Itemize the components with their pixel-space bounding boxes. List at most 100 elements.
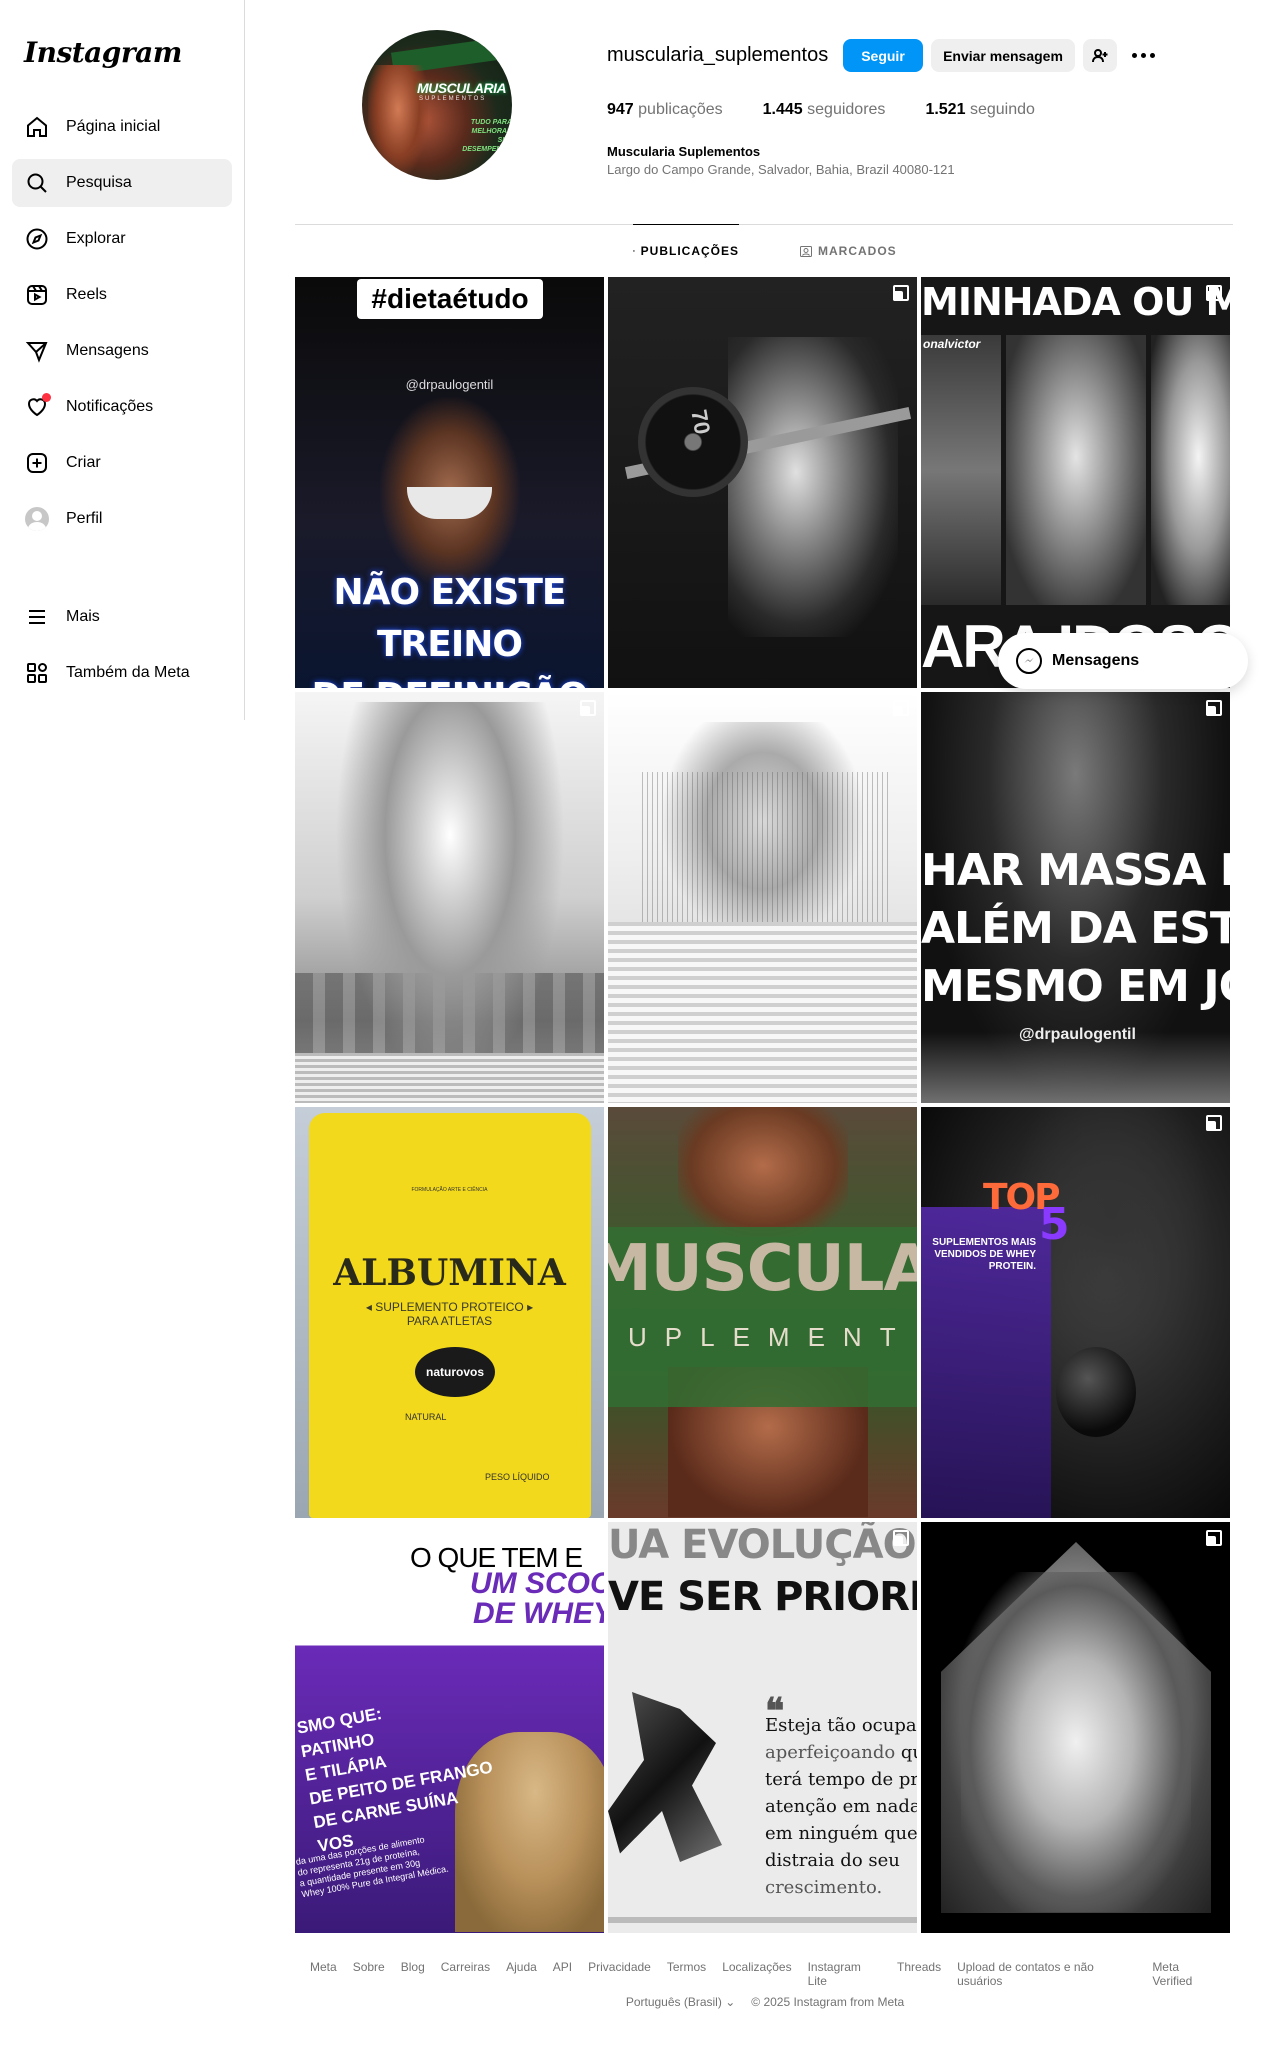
footer-links: Meta Sobre Blog Carreiras Ajuda API Priv… [310, 1960, 1220, 1988]
sidebar-item-search[interactable]: Pesquisa [12, 159, 232, 207]
sidebar-item-notifications[interactable]: Notificações [12, 383, 232, 431]
post-thumbnail[interactable] [295, 692, 604, 1103]
sidebar-item-label: Perfil [66, 510, 103, 527]
sidebar-item-label: Mensagens [66, 342, 149, 359]
footer-link[interactable]: Ajuda [506, 1960, 537, 1988]
sidebar-item-label: Pesquisa [66, 174, 132, 191]
sidebar-item-label: Mais [66, 608, 100, 625]
post-thumbnail[interactable]: UA EVOLUÇÃO PESSO VE SER PRIORIDA ❝ Este… [608, 1522, 917, 1933]
heart-icon [24, 393, 51, 420]
search-icon [24, 170, 50, 196]
avatar-brand-text: MUSCULARIA [417, 80, 507, 96]
messages-pill-label: Mensagens [1052, 652, 1140, 669]
tab-posts[interactable]: PUBLICAÇÕES [633, 224, 739, 277]
sidebar-item-more[interactable]: Mais [12, 593, 232, 641]
post-thumbnail[interactable]: HAR MASSA MAG ALÉM DA ESTÉTIC MESMO EM J… [921, 692, 1230, 1103]
compass-icon [24, 226, 50, 252]
sidebar-item-label: Também da Meta [66, 664, 190, 681]
footer-link[interactable]: Meta Verified [1152, 1960, 1220, 1988]
carousel-icon [1206, 285, 1222, 301]
profile-avatar[interactable]: MUSCULARIA SUPLEMENTOS TUDO PARA MELHORA… [362, 30, 512, 180]
sidebar-item-messages[interactable]: Mensagens [12, 327, 232, 375]
carousel-icon [1206, 1115, 1222, 1131]
sidebar-item-home[interactable]: Página inicial [12, 103, 232, 151]
post-handle: @drpaulogentil [1019, 1026, 1136, 1043]
profile-username: muscularia_suplementos [607, 44, 829, 66]
footer-link[interactable]: Instagram Lite [808, 1960, 881, 1988]
carousel-icon [893, 700, 909, 716]
dot-icon [1131, 52, 1137, 58]
sidebar-item-create[interactable]: Criar [12, 439, 232, 487]
carousel-icon [893, 1530, 909, 1546]
messenger-icon [24, 338, 50, 364]
post-headline: UA EVOLUÇÃO PESSO [608, 1522, 917, 1568]
profile-stats: 947 publicações 1.445 seguidores 1.521 s… [607, 101, 1075, 119]
reels-icon [24, 282, 50, 308]
post-thumbnail[interactable]: FORMULAÇÃO ARTE E CIÊNCIA ALBUMINA ◂ SUP… [295, 1107, 604, 1518]
sidebar: Instagram Página inicial Pesquisa Explor… [0, 0, 245, 720]
footer-link[interactable]: Privacidade [588, 1960, 651, 1988]
post-thumbnail[interactable]: O QUE TEM E UM SCOO DE WHEY SMO QUE: PAT… [295, 1522, 604, 1933]
posts-grid: #dietaétudo @drpaulogentil NÃO EXISTE TR… [295, 277, 1230, 1933]
footer-link[interactable]: Threads [897, 1960, 941, 1988]
post-thumbnail[interactable]: 70 [608, 277, 917, 688]
post-thumbnail[interactable]: #dietaétudo @drpaulogentil NÃO EXISTE TR… [295, 277, 604, 688]
product-title: ALBUMINA [333, 1252, 566, 1294]
post-caption-text: SUPLEMENTOS MAIS VENDIDOS DE WHEY PROTEI… [932, 1237, 1036, 1272]
send-message-button[interactable]: Enviar mensagem [931, 39, 1075, 72]
footer-link[interactable]: Carreiras [441, 1960, 490, 1988]
footer-link[interactable]: Localizações [722, 1960, 791, 1988]
following-count[interactable]: 1.521 seguindo [925, 101, 1034, 119]
more-options-button[interactable] [1128, 45, 1158, 65]
carousel-icon [1206, 1530, 1222, 1546]
follow-button[interactable]: Seguir [843, 39, 923, 72]
footer-bottom: Português (Brasil) ⌄ © 2025 Instagram fr… [310, 1995, 1220, 2009]
post-handle: onalvictor [923, 337, 981, 351]
product-brand: naturovos [415, 1347, 495, 1397]
post-thumbnail[interactable] [608, 692, 917, 1103]
sidebar-item-explore[interactable]: Explorar [12, 215, 232, 263]
sidebar-item-label: Notificações [66, 398, 154, 415]
footer-link[interactable]: Termos [667, 1960, 706, 1988]
sidebar-item-reels[interactable]: Reels [12, 271, 232, 319]
followers-count[interactable]: 1.445 seguidores [763, 101, 886, 119]
post-question-whey: DE WHEY [473, 1597, 604, 1630]
sidebar-item-label: Explorar [66, 230, 126, 247]
post-handle: @drpaulogentil [405, 377, 494, 392]
tagged-icon [800, 245, 812, 257]
post-thumbnail[interactable] [921, 1522, 1230, 1933]
profile-address[interactable]: Largo do Campo Grande, Salvador, Bahia, … [607, 162, 955, 177]
footer-link[interactable]: Meta [310, 1960, 337, 1988]
sidebar-item-label: Reels [66, 286, 107, 303]
post-thumbnail[interactable]: TOP 5 SUPLEMENTOS MAIS VENDIDOS DE WHEY … [921, 1107, 1230, 1518]
suggest-users-button[interactable] [1083, 39, 1117, 72]
chevron-down-icon: ⌄ [725, 1995, 736, 2009]
post-quote: Esteja tão ocupado aperfeiçoando que ter… [765, 1715, 917, 1898]
grid-icon [633, 250, 635, 252]
footer-link[interactable]: Blog [401, 1960, 425, 1988]
footer-link[interactable]: API [553, 1960, 572, 1988]
bag-top-label: FORMULAÇÃO ARTE E CIÊNCIA [411, 1187, 488, 1193]
sidebar-bottom: Mais Também da Meta [12, 593, 232, 705]
post-thumbnail[interactable]: MINHADA OU MUSCULAÇ onalvictor ARA IDOSO… [921, 277, 1230, 688]
footer-link[interactable]: Upload de contatos e não usuários [957, 1960, 1136, 1988]
carousel-icon [893, 285, 909, 301]
add-user-icon [1092, 48, 1108, 62]
language-select[interactable]: Português (Brasil) ⌄ [626, 1995, 735, 2009]
instagram-logo[interactable]: Instagram [24, 36, 182, 69]
avatar-tagline: TUDO PARA MELHORAR SEU DESEMPENHO [462, 119, 512, 153]
sidebar-item-profile[interactable]: Perfil [12, 495, 232, 543]
notification-dot [42, 393, 51, 402]
product-weight-label: PESO LÍQUIDO [485, 1472, 550, 1482]
tab-tagged[interactable]: MARCADOS [800, 224, 897, 277]
footer-link[interactable]: Sobre [353, 1960, 385, 1988]
carousel-icon [580, 700, 596, 716]
plate-number: 70 [686, 407, 716, 437]
copyright: © 2025 Instagram from Meta [751, 1995, 905, 2009]
messages-floating-button[interactable]: Mensagens [998, 633, 1248, 689]
sidebar-item-label: Página inicial [66, 118, 161, 135]
meta-apps-icon [24, 660, 50, 686]
post-brand-sub: UPLEMENT [628, 1322, 914, 1352]
sidebar-item-also-from-meta[interactable]: Também da Meta [12, 649, 232, 697]
post-thumbnail[interactable]: MUSCULA UPLEMENT [608, 1107, 917, 1518]
